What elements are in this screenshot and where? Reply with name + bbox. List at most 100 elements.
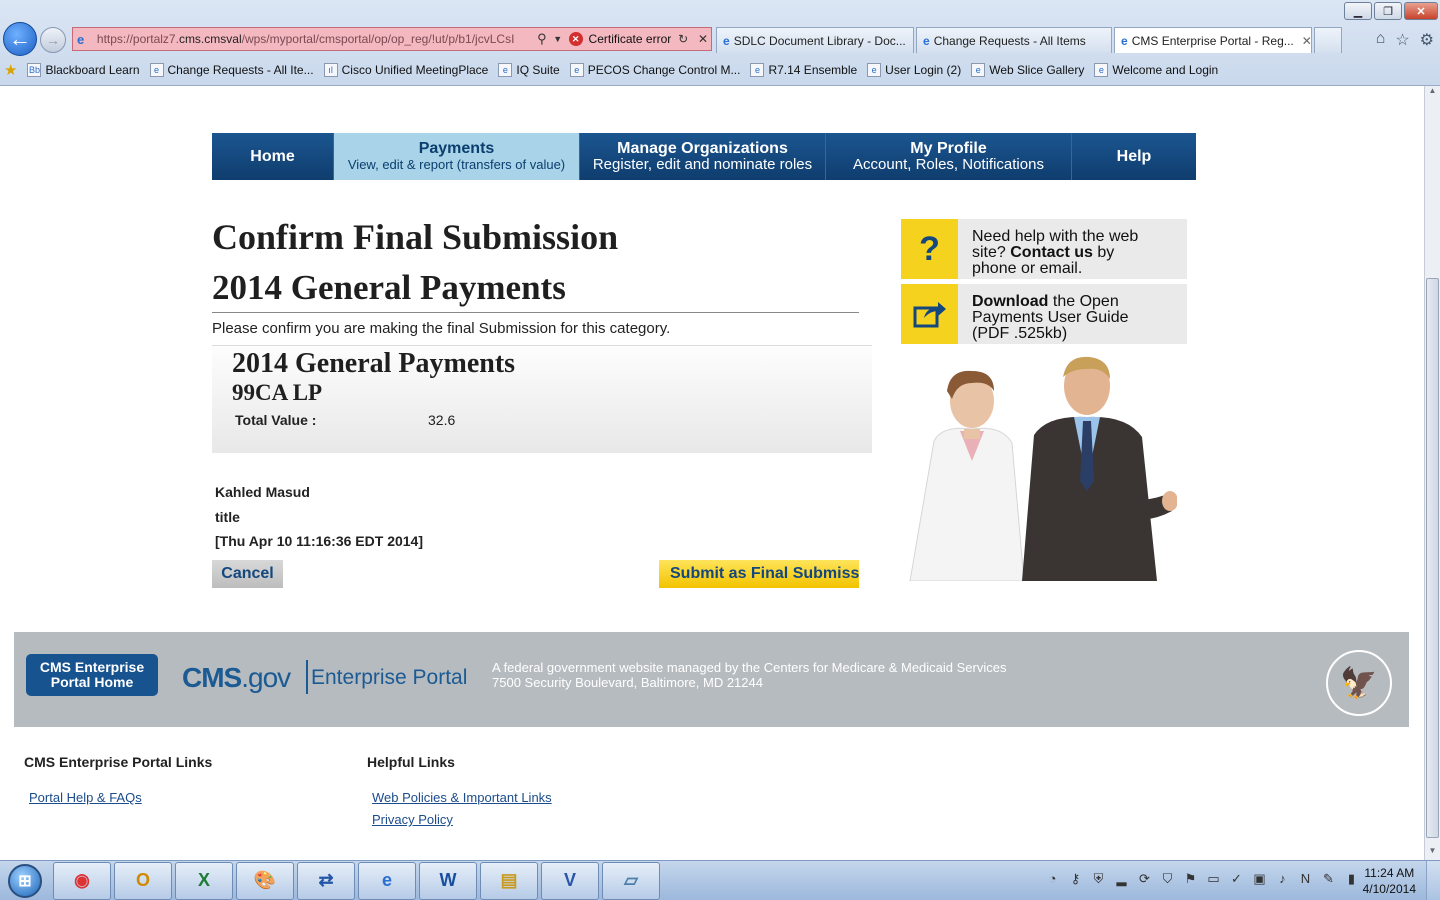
tray-key-icon[interactable]: ⚷ <box>1067 871 1084 887</box>
share-arrow-icon <box>901 284 958 344</box>
nav-help[interactable]: Help <box>1072 133 1196 180</box>
close-window-button[interactable]: ✕ <box>1404 2 1438 20</box>
total-value: 32.6 <box>428 412 456 428</box>
chrome-icon[interactable]: ◉ <box>53 861 111 900</box>
link-portal-help-faqs[interactable]: Portal Help & FAQs <box>29 787 212 809</box>
cms-portal-links: CMS Enterprise Portal Links Portal Help … <box>24 754 212 809</box>
tray-onenote-icon[interactable]: N <box>1297 871 1314 887</box>
home-icon[interactable]: ⌂ <box>1376 30 1386 50</box>
remote-icon[interactable]: ⇄ <box>297 861 355 900</box>
search-icon[interactable]: ⚲ <box>533 31 551 47</box>
tab-cms-portal[interactable]: e CMS Enterprise Portal - Reg... ✕ <box>1114 27 1312 53</box>
tab-label: SDLC Document Library - Doc... <box>733 33 906 48</box>
page-icon: e <box>569 63 584 77</box>
back-button[interactable]: ← <box>3 22 37 56</box>
tab-label: Change Requests - All Items <box>933 33 1086 48</box>
tray-clip-icon[interactable]: ✎ <box>1320 871 1337 887</box>
favorite-welcome[interactable]: e Welcome and Login <box>1094 63 1218 77</box>
scroll-up-icon[interactable]: ▲ <box>1425 86 1440 100</box>
notepad-icon[interactable]: ▱ <box>602 861 660 900</box>
close-tab-icon[interactable]: ✕ <box>1302 34 1312 48</box>
confirm-instructions: Please confirm you are making the final … <box>212 320 671 337</box>
summary-category: 2014 General Payments <box>232 348 516 379</box>
tray-volume-icon[interactable]: ♪ <box>1274 871 1291 887</box>
tray-monitor-icon[interactable]: ▭ <box>1205 871 1222 887</box>
link-web-policies[interactable]: Web Policies & Important Links <box>372 787 552 809</box>
minimize-button[interactable]: ▁ <box>1344 2 1372 20</box>
nav-manage-organizations[interactable]: Manage Organizations Register, edit and … <box>580 133 826 180</box>
paint-icon[interactable]: 🎨 <box>236 861 294 900</box>
show-desktop-button[interactable] <box>1426 861 1440 900</box>
page-icon: e <box>1094 63 1109 77</box>
signer-title: title <box>215 508 240 525</box>
favorite-web-slice[interactable]: e Web Slice Gallery <box>971 63 1084 77</box>
ie-page-icon: e <box>77 31 85 47</box>
cisco-icon: ıl <box>323 63 338 77</box>
tab-label: CMS Enterprise Portal - Reg... <box>1131 33 1294 48</box>
explorer-icon[interactable]: ▤ <box>480 861 538 900</box>
page-icon: e <box>750 63 765 77</box>
system-clock[interactable]: 11:24 AM 4/10/2014 <box>1363 865 1416 897</box>
word-icon[interactable]: W <box>419 861 477 900</box>
favorite-blackboard[interactable]: Bb Blackboard Learn <box>27 63 140 77</box>
tray-sync-icon[interactable]: ⟳ <box>1136 871 1153 887</box>
tray-app-icon[interactable]: ◔ <box>1044 871 1061 887</box>
stop-icon[interactable]: ✕ <box>695 32 711 46</box>
cancel-button[interactable]: Cancel <box>212 560 283 588</box>
link-privacy-policy[interactable]: Privacy Policy <box>372 809 552 831</box>
scroll-thumb[interactable] <box>1426 278 1439 838</box>
ie-icon[interactable]: e <box>358 861 416 900</box>
address-url[interactable]: https://portalz7.cms.cmsval/wps/myportal… <box>93 32 533 46</box>
favorite-user-login[interactable]: e User Login (2) <box>867 63 961 77</box>
nav-home[interactable]: Home <box>212 133 334 180</box>
visio-icon[interactable]: V <box>541 861 599 900</box>
user-guide-text[interactable]: Download the Open Payments User Guide (P… <box>958 284 1158 344</box>
tray-security-icon[interactable]: ⛉ <box>1159 871 1176 887</box>
certificate-error-icon[interactable]: ✕ <box>568 32 583 46</box>
favorite-change-requests[interactable]: e Change Requests - All Ite... <box>149 63 314 77</box>
user-guide-card[interactable]: Download the Open Payments User Guide (P… <box>901 284 1187 344</box>
tray-battery-icon[interactable]: ▮ <box>1343 871 1360 887</box>
page-scrollbar[interactable]: ▲ ▼ <box>1424 86 1440 860</box>
scroll-down-icon[interactable]: ▼ <box>1425 846 1440 860</box>
refresh-icon[interactable]: ↻ <box>675 32 691 46</box>
favorites-star-icon[interactable]: ☆ <box>1395 30 1409 50</box>
portal-home-button[interactable]: CMS Enterprise Portal Home <box>26 654 158 696</box>
tray-display-icon[interactable]: ▣ <box>1251 871 1268 887</box>
tab-change-requests[interactable]: e Change Requests - All Items <box>916 27 1112 53</box>
tray-signal-icon[interactable]: ▂ <box>1113 871 1130 887</box>
certificate-error-label[interactable]: Certificate error <box>583 32 672 46</box>
chevron-down-icon[interactable]: ▼ <box>551 34 565 44</box>
tray-flag-icon[interactable]: ⚑ <box>1182 871 1199 887</box>
cms-gov-logo[interactable]: CMS.gov <box>182 662 291 694</box>
window-controls: ▁ ❐ ✕ <box>1344 2 1438 20</box>
favorite-r714[interactable]: e R7.14 Ensemble <box>750 63 857 77</box>
start-button[interactable]: ⊞ <box>0 861 50 900</box>
page-icon: e <box>149 63 164 77</box>
favorites-bar: ★ Bb Blackboard Learn e Change Requests - … <box>0 58 1440 82</box>
nav-my-profile[interactable]: My Profile Account, Roles, Notifications <box>826 133 1072 180</box>
favorite-iq-suite[interactable]: e IQ Suite <box>498 63 560 77</box>
tray-check-icon[interactable]: ✓ <box>1228 871 1245 887</box>
windows-taskbar: ⊞ ◉ O X 🎨 ⇄ e W ▤ V ▱ ◔ ⚷ ⛨ ▂ ⟳ ⛉ ⚑ ▭ ✓ … <box>0 860 1440 900</box>
restore-button[interactable]: ❐ <box>1374 2 1402 20</box>
submit-final-button[interactable]: Submit as Final Submissi <box>659 560 859 588</box>
favorite-cisco[interactable]: ıl Cisco Unified MeetingPlace <box>323 63 488 77</box>
nav-payments[interactable]: Payments View, edit & report (transfers … <box>334 133 580 180</box>
browser-tabs: e SDLC Document Library - Doc... e Chang… <box>716 27 1342 53</box>
address-bar[interactable]: e https://portalz7.cms.cmsval/wps/myport… <box>72 27 712 51</box>
forward-button[interactable]: → <box>40 27 66 53</box>
outlook-icon[interactable]: O <box>114 861 172 900</box>
help-contact-text[interactable]: Need help with the web site? Contact us … <box>958 219 1158 279</box>
doctor-businessman-photo <box>909 356 1177 581</box>
hhs-eagle-seal-icon: 🦅 <box>1326 650 1392 716</box>
excel-icon[interactable]: X <box>175 861 233 900</box>
favorites-icon[interactable]: ★ <box>4 61 17 79</box>
page-title: Confirm Final Submission <box>212 217 619 257</box>
help-contact-card[interactable]: ? Need help with the web site? Contact u… <box>901 219 1187 279</box>
new-tab-button[interactable] <box>1314 27 1342 53</box>
gear-icon[interactable]: ⚙ <box>1420 30 1434 50</box>
tab-sdlc-library[interactable]: e SDLC Document Library - Doc... <box>716 27 914 53</box>
favorite-pecos[interactable]: e PECOS Change Control M... <box>569 63 740 77</box>
tray-shield-icon[interactable]: ⛨ <box>1090 871 1107 887</box>
